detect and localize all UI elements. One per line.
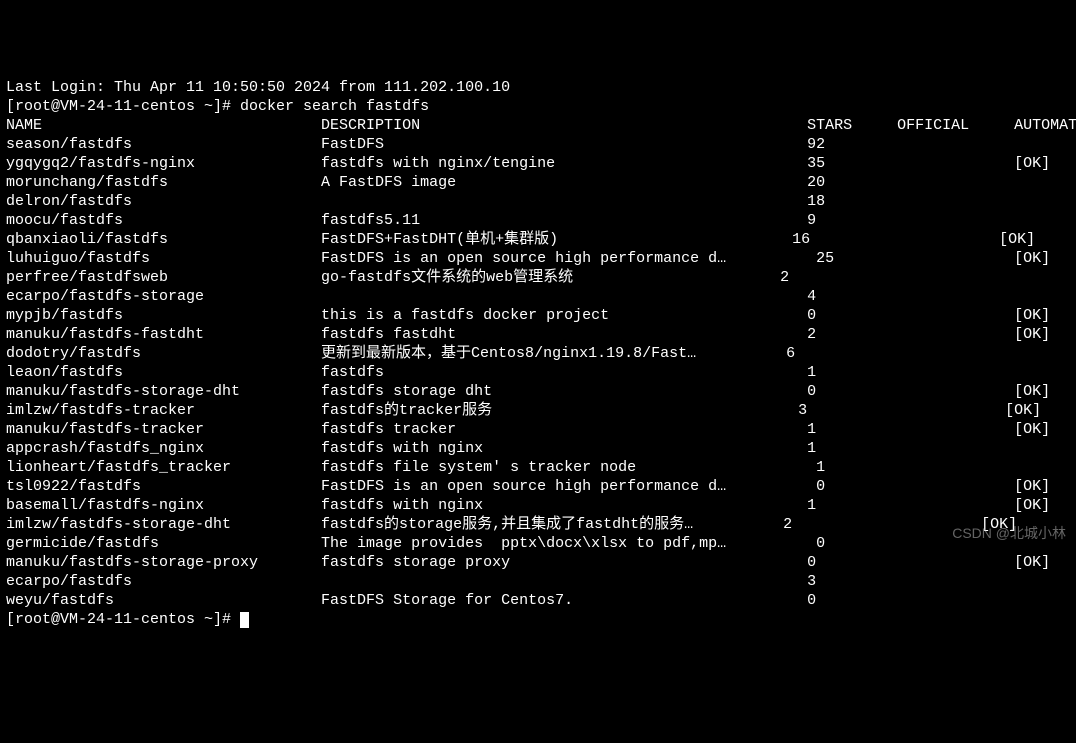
table-row: manuku/fastdfs-storage-dht fastdfs stora…: [6, 382, 1070, 401]
command-line: [root@VM-24-11-centos ~]# docker search …: [6, 97, 1070, 116]
table-row: weyu/fastdfs FastDFS Storage for Centos7…: [6, 591, 1070, 610]
table-row: tsl0922/fastdfs FastDFS is an open sourc…: [6, 477, 1070, 496]
table-row: appcrash/fastdfs_nginx fastdfs with ngin…: [6, 439, 1070, 458]
terminal-output[interactable]: Last Login: Thu Apr 11 10:50:50 2024 fro…: [6, 78, 1070, 629]
login-line: Last Login: Thu Apr 11 10:50:50 2024 fro…: [6, 78, 1070, 97]
table-row: dodotry/fastdfs 更新到最新版本，基于Centos8/nginx1…: [6, 344, 1070, 363]
table-row: ygqygq2/fastdfs-nginx fastdfs with nginx…: [6, 154, 1070, 173]
table-row: basemall/fastdfs-nginx fastdfs with ngin…: [6, 496, 1070, 515]
table-row: season/fastdfs FastDFS 92: [6, 135, 1070, 154]
table-row: manuku/fastdfs-fastdht fastdfs fastdht 2…: [6, 325, 1070, 344]
watermark: CSDN @北城小林: [952, 524, 1066, 543]
table-row: morunchang/fastdfs A FastDFS image 20: [6, 173, 1070, 192]
table-row: lionheart/fastdfs_tracker fastdfs file s…: [6, 458, 1070, 477]
table-row: manuku/fastdfs-tracker fastdfs tracker 1…: [6, 420, 1070, 439]
cursor: [240, 612, 249, 628]
table-row: ecarpo/fastdfs 3: [6, 572, 1070, 591]
table-header: NAME DESCRIPTION STARS OFFICIAL AUTOMATE…: [6, 116, 1070, 135]
table-row: luhuiguo/fastdfs FastDFS is an open sour…: [6, 249, 1070, 268]
prompt-line[interactable]: [root@VM-24-11-centos ~]#: [6, 610, 1070, 629]
table-row: ecarpo/fastdfs-storage 4: [6, 287, 1070, 306]
table-row: imlzw/fastdfs-tracker fastdfs的tracker服务 …: [6, 401, 1070, 420]
table-row: perfree/fastdfsweb go-fastdfs文件系统的web管理系…: [6, 268, 1070, 287]
table-row: manuku/fastdfs-storage-proxy fastdfs sto…: [6, 553, 1070, 572]
table-row: qbanxiaoli/fastdfs FastDFS+FastDHT(单机+集群…: [6, 230, 1070, 249]
table-row: leaon/fastdfs fastdfs 1: [6, 363, 1070, 382]
table-row: germicide/fastdfs The image provides ppt…: [6, 534, 1070, 553]
table-row: imlzw/fastdfs-storage-dht fastdfs的storag…: [6, 515, 1070, 534]
table-row: delron/fastdfs 18: [6, 192, 1070, 211]
table-row: moocu/fastdfs fastdfs5.11 9: [6, 211, 1070, 230]
table-row: mypjb/fastdfs this is a fastdfs docker p…: [6, 306, 1070, 325]
